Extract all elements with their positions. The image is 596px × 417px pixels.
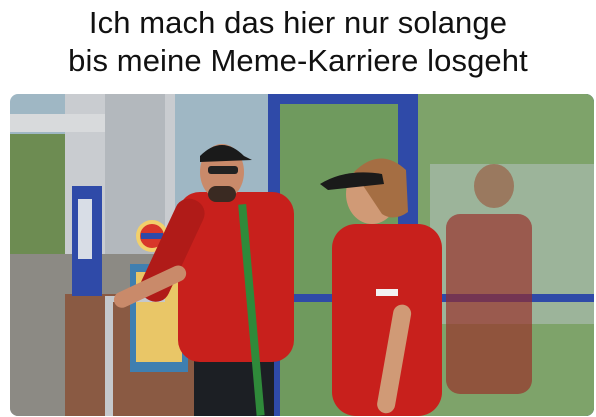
meme-photo [10,94,594,416]
meme-caption: Ich mach das hier nur solange bis meine … [0,4,596,80]
man-sunglasses [208,166,238,174]
caption-line-1: Ich mach das hier nur solange [88,5,508,40]
light-fixture [10,114,105,132]
caption-line-2: bis meine Meme-Karriere losgeht [68,43,528,78]
railing [105,296,113,416]
